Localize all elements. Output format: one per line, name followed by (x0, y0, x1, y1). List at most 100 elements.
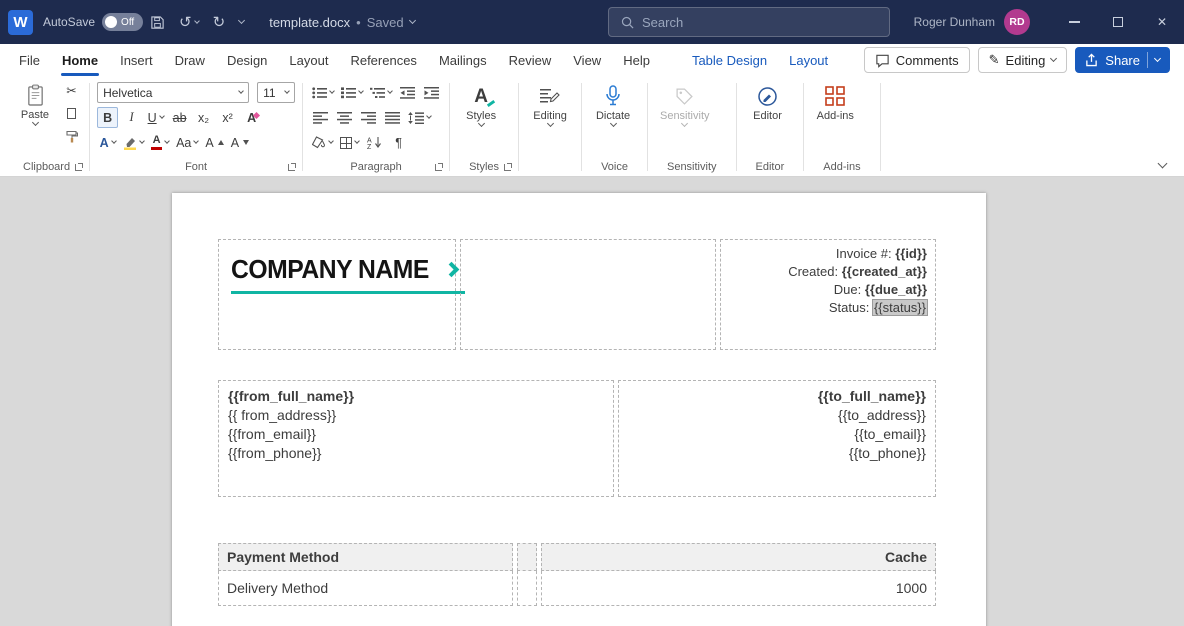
bullets-icon (312, 86, 328, 98)
borders-button[interactable] (338, 132, 361, 153)
italic-button[interactable]: I (121, 107, 142, 128)
align-left-button[interactable] (310, 107, 331, 128)
from-email: {{from_email}} (228, 426, 316, 442)
avatar[interactable]: RD (1004, 9, 1030, 35)
payment-spacer-cell[interactable] (517, 571, 537, 606)
superscript-button[interactable]: x² (217, 107, 238, 128)
highlight-color-button[interactable] (121, 132, 146, 153)
minimize-icon (1068, 21, 1080, 23)
paste-dropdown-icon (31, 118, 39, 127)
sensitivity-group: Sensitivity Sensitivity (650, 78, 734, 176)
shrink-font-button[interactable]: A (229, 132, 251, 153)
tab-home[interactable]: Home (51, 44, 109, 76)
user-name[interactable]: Roger Dunham (914, 15, 995, 29)
justify-button[interactable] (382, 107, 403, 128)
styles-button[interactable]: A Styles (457, 80, 505, 128)
tab-layout[interactable]: Layout (278, 44, 339, 76)
payment-method-value[interactable]: Delivery Method (218, 571, 513, 606)
quick-access-more-button[interactable] (232, 0, 251, 44)
empty-cell[interactable] (460, 239, 716, 350)
invoice-meta-cell[interactable]: Invoice #: {{id}} Created: {{created_at}… (720, 239, 936, 350)
numbering-button[interactable] (339, 82, 365, 103)
align-center-button[interactable] (334, 107, 355, 128)
tab-layout-contextual[interactable]: Layout (778, 44, 839, 76)
align-right-button[interactable] (358, 107, 379, 128)
save-button[interactable] (143, 0, 172, 44)
sort-button[interactable]: AZ (364, 132, 385, 153)
search-input[interactable]: Search (608, 7, 890, 37)
to-block[interactable]: {{to_full_name}} {{to_address}} {{to_ema… (618, 380, 936, 497)
payment-spacer-cell[interactable] (517, 543, 537, 571)
editing-button[interactable]: Editing (526, 80, 574, 128)
tab-design[interactable]: Design (216, 44, 278, 76)
payment-method-header[interactable]: Payment Method (218, 543, 513, 571)
logo-cell[interactable]: COMPANY NAME (218, 239, 466, 350)
cut-button[interactable]: ✂ (61, 80, 82, 101)
copy-button[interactable] (61, 103, 82, 124)
to-email: {{to_email}} (854, 426, 926, 442)
tab-draw[interactable]: Draw (164, 44, 216, 76)
collapse-ribbon-button[interactable] (1157, 158, 1168, 169)
tab-review[interactable]: Review (498, 44, 563, 76)
tab-actions: Comments ✎ Editing Share (863, 47, 1184, 73)
line-spacing-button[interactable] (406, 107, 433, 128)
editor-button[interactable]: Editor (744, 80, 792, 124)
tab-view[interactable]: View (562, 44, 612, 76)
tab-help[interactable]: Help (612, 44, 661, 76)
multilevel-list-button[interactable] (368, 82, 394, 103)
sensitivity-icon (676, 87, 694, 105)
minimize-button[interactable] (1052, 0, 1096, 44)
show-formatting-button[interactable]: ¶ (388, 132, 409, 153)
format-painter-button[interactable] (61, 126, 82, 147)
editing-group: Editing (521, 78, 579, 176)
editing-mode-button[interactable]: ✎ Editing (977, 47, 1068, 73)
undo-button[interactable]: ↺ (172, 0, 206, 44)
grow-font-button[interactable]: A (203, 132, 225, 153)
close-button[interactable]: ✕ (1140, 0, 1184, 44)
styles-dialog-launcher[interactable] (504, 163, 513, 171)
font-size-select[interactable]: 11 (257, 82, 296, 103)
payment-data-row: Delivery Method 1000 (218, 571, 936, 606)
word-application: W AutoSave Off ↺ ↻ template.docx • Saved… (0, 0, 1184, 626)
invoice-number-line: Invoice #: {{id}} (835, 246, 927, 261)
share-button[interactable]: Share (1075, 47, 1170, 73)
tab-insert[interactable]: Insert (109, 44, 164, 76)
document-page[interactable]: COMPANY NAME Invoice #: {{id}} Created: … (172, 193, 986, 626)
clipboard-dialog-launcher[interactable] (75, 163, 84, 171)
autosave-toggle[interactable]: Off (102, 13, 144, 31)
bullets-button[interactable] (310, 82, 336, 103)
tab-references[interactable]: References (339, 44, 427, 76)
increase-indent-button[interactable] (421, 82, 442, 103)
tab-table-design[interactable]: Table Design (681, 44, 778, 76)
document-title[interactable]: template.docx • Saved (269, 15, 416, 30)
decrease-indent-button[interactable] (397, 82, 418, 103)
shading-button[interactable] (310, 132, 335, 153)
payment-amount-value[interactable]: 1000 (541, 571, 936, 606)
addins-button[interactable]: Add-ins (811, 80, 859, 124)
sensitivity-button[interactable]: Sensitivity (655, 80, 715, 128)
tab-file[interactable]: File (8, 44, 51, 76)
document-canvas[interactable]: COMPANY NAME Invoice #: {{id}} Created: … (0, 177, 1184, 626)
dictate-button[interactable]: Dictate (589, 80, 637, 128)
redo-button[interactable]: ↻ (206, 0, 233, 44)
bold-button[interactable]: B (97, 107, 119, 128)
strikethrough-button[interactable]: ab (169, 107, 190, 128)
justify-icon (385, 111, 401, 124)
font-name-select[interactable]: Helvetica (97, 82, 250, 103)
paragraph-dialog-launcher[interactable] (435, 163, 444, 171)
from-block[interactable]: {{from_full_name}} {{ from_address}} {{f… (218, 380, 614, 497)
word-logo-icon[interactable]: W (8, 9, 33, 35)
payment-amount-header[interactable]: Cache (541, 543, 936, 571)
clear-formatting-button[interactable]: A (241, 107, 262, 128)
subscript-button[interactable]: x₂ (193, 107, 214, 128)
tab-mailings[interactable]: Mailings (428, 44, 498, 76)
paste-button[interactable]: Paste (11, 80, 59, 127)
shading-icon (312, 136, 326, 149)
maximize-button[interactable] (1096, 0, 1140, 44)
text-effects-button[interactable]: A (97, 132, 118, 153)
font-color-button[interactable]: A (149, 132, 171, 153)
change-case-button[interactable]: Aa (174, 132, 200, 153)
underline-button[interactable]: U (145, 107, 166, 128)
font-dialog-launcher[interactable] (288, 163, 297, 171)
comments-button[interactable]: Comments (863, 47, 970, 73)
